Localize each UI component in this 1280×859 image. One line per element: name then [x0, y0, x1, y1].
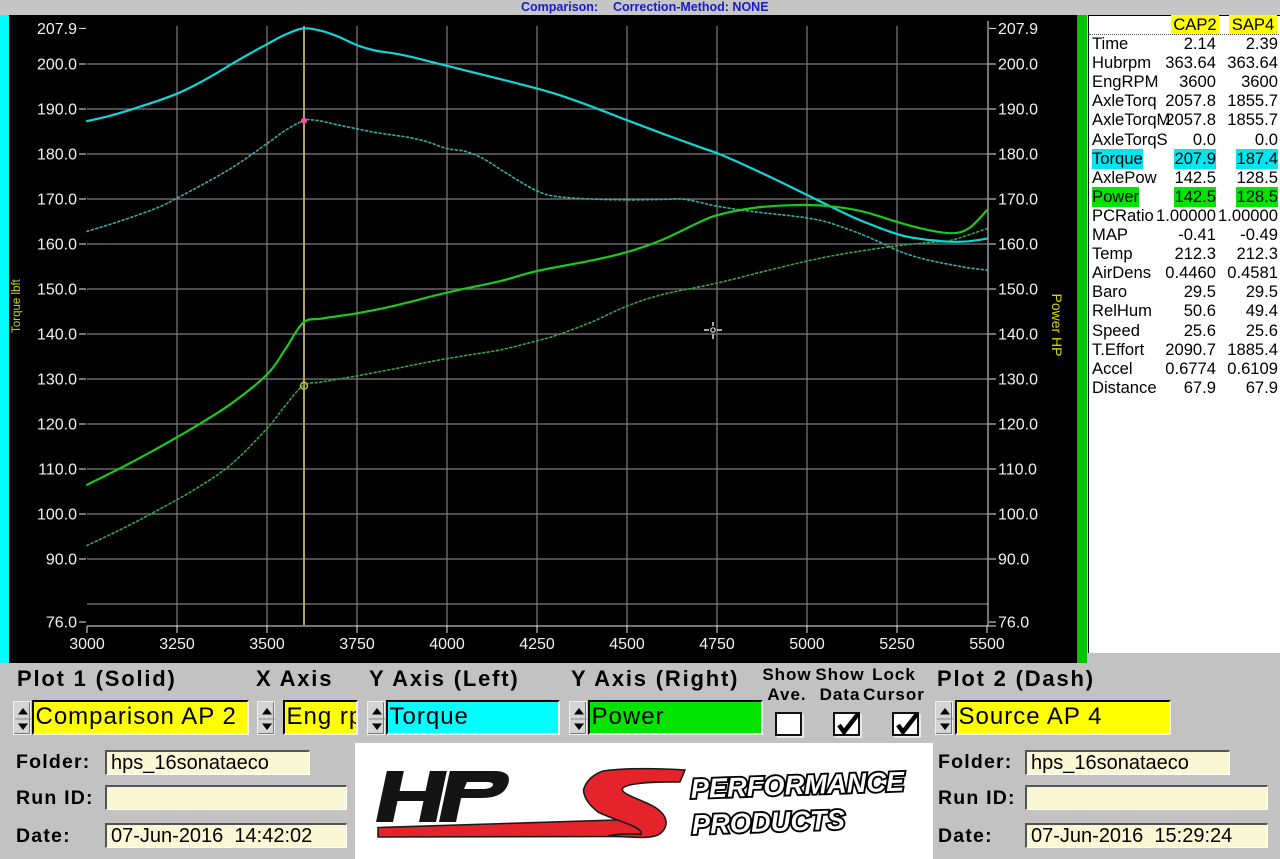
- svg-text:120.0: 120.0: [37, 417, 77, 434]
- svg-text:170.0: 170.0: [37, 192, 77, 209]
- svg-text:140.0: 140.0: [37, 327, 77, 344]
- svg-text:207.9: 207.9: [998, 21, 1038, 38]
- svg-text:4000: 4000: [429, 636, 465, 653]
- svg-text:4750: 4750: [699, 636, 735, 653]
- svg-text:3000: 3000: [69, 636, 105, 653]
- svg-text:100.0: 100.0: [998, 507, 1038, 524]
- svg-text:Torque lbft: Torque lbft: [11, 278, 23, 333]
- svg-text:76.0: 76.0: [998, 615, 1029, 632]
- svg-text:190.0: 190.0: [37, 102, 77, 119]
- svg-text:160.0: 160.0: [998, 237, 1038, 254]
- svg-text:180.0: 180.0: [998, 147, 1038, 164]
- svg-text:5500: 5500: [969, 636, 1005, 653]
- svg-text:3500: 3500: [249, 636, 285, 653]
- svg-text:140.0: 140.0: [998, 327, 1038, 344]
- svg-text:Power HP: Power HP: [1049, 293, 1065, 356]
- svg-text:PRODUCTS: PRODUCTS: [691, 805, 845, 840]
- svg-text:4500: 4500: [609, 636, 645, 653]
- svg-text:160.0: 160.0: [37, 237, 77, 254]
- svg-text:200.0: 200.0: [998, 57, 1038, 74]
- svg-text:100.0: 100.0: [37, 507, 77, 524]
- svg-text:180.0: 180.0: [37, 147, 77, 164]
- svg-text:76.0: 76.0: [46, 615, 77, 632]
- svg-text:120.0: 120.0: [998, 417, 1038, 434]
- svg-text:110.0: 110.0: [38, 462, 77, 479]
- svg-text:200.0: 200.0: [37, 57, 77, 74]
- svg-text:90.0: 90.0: [998, 552, 1029, 569]
- svg-text:3750: 3750: [339, 636, 375, 653]
- svg-text:150.0: 150.0: [37, 282, 77, 299]
- svg-text:110.0: 110.0: [998, 462, 1037, 479]
- svg-text:4250: 4250: [519, 636, 555, 653]
- svg-text:130.0: 130.0: [998, 372, 1038, 389]
- svg-text:130.0: 130.0: [37, 372, 77, 389]
- svg-text:150.0: 150.0: [998, 282, 1038, 299]
- svg-text:PERFORMANCE: PERFORMANCE: [690, 766, 905, 803]
- svg-text:5000: 5000: [789, 636, 825, 653]
- svg-text:190.0: 190.0: [998, 102, 1038, 119]
- svg-text:207.9: 207.9: [37, 21, 77, 38]
- svg-text:5250: 5250: [879, 636, 915, 653]
- svg-text:3250: 3250: [159, 636, 195, 653]
- svg-text:90.0: 90.0: [46, 552, 77, 569]
- svg-text:170.0: 170.0: [998, 192, 1038, 209]
